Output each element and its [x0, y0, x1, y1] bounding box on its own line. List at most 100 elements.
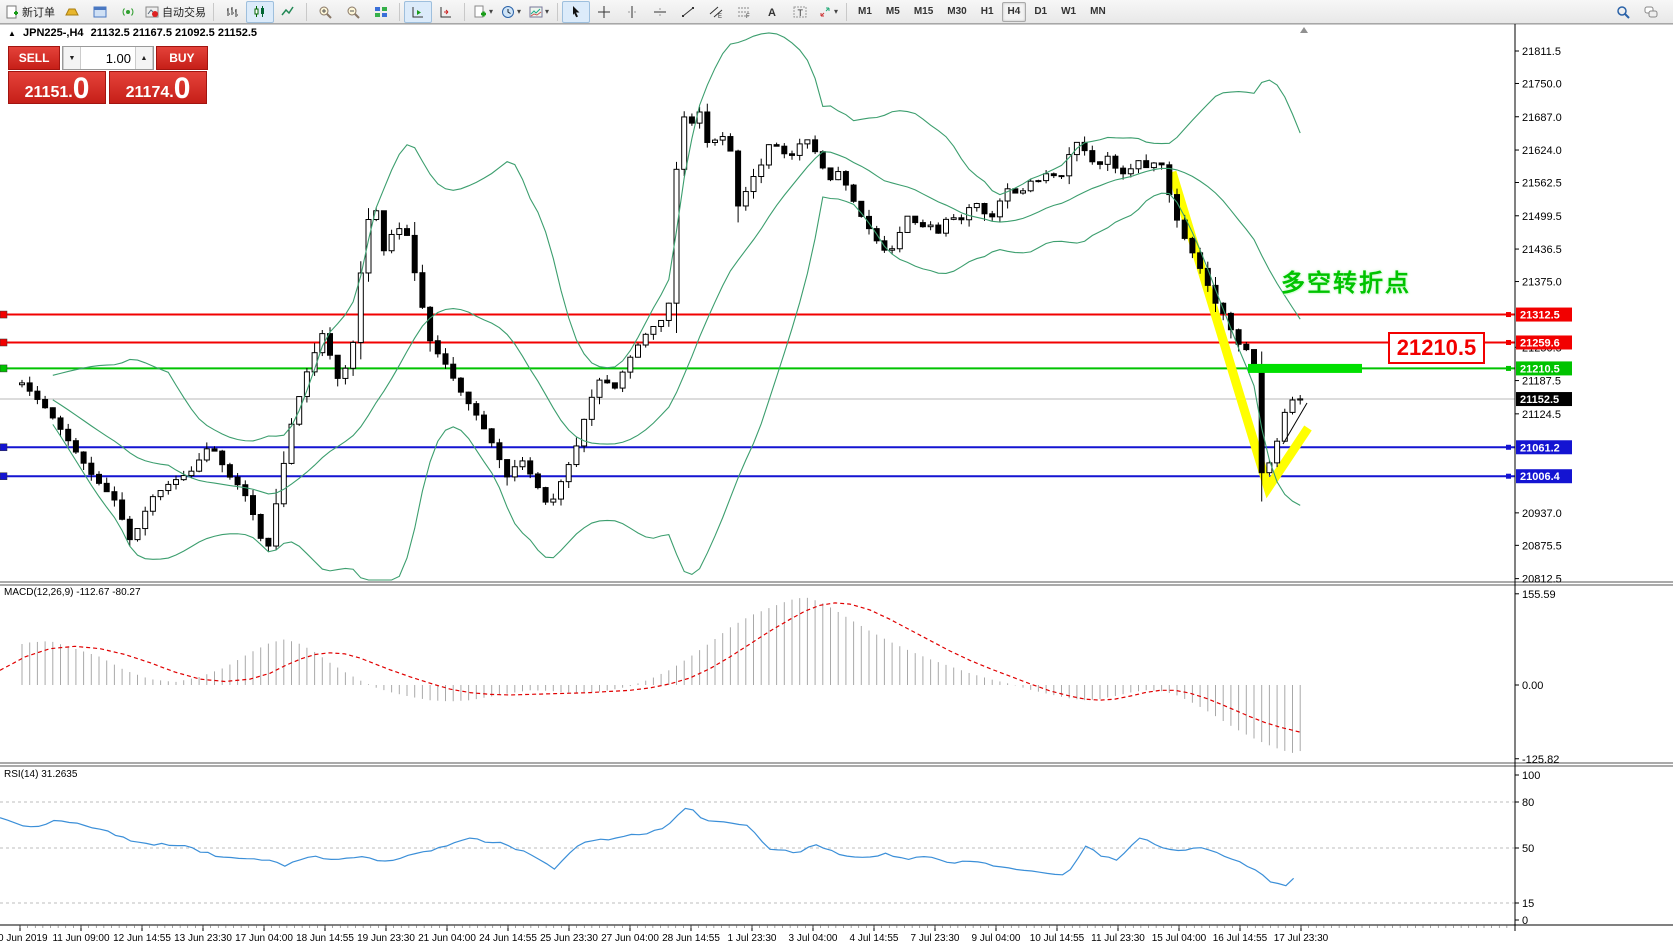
candle — [689, 117, 694, 123]
candle — [458, 378, 463, 392]
price-tick-label[interactable]: 21562.5 — [1522, 178, 1562, 190]
time-label[interactable]: 9 Jul 04:00 — [972, 933, 1021, 944]
candle — [181, 476, 186, 480]
price-tick-label[interactable]: 21499.5 — [1522, 211, 1562, 223]
candle — [20, 383, 25, 385]
time-label[interactable]: 25 Jun 23:30 — [540, 933, 598, 944]
volume-decrease-button[interactable]: ▼ — [63, 47, 81, 69]
candle — [197, 460, 202, 471]
time-label[interactable]: 15 Jul 04:00 — [1152, 933, 1207, 944]
line-endpoint-handle[interactable] — [0, 339, 7, 346]
line-endpoint-handle[interactable] — [1506, 340, 1511, 345]
candle — [643, 334, 648, 345]
buy-price-button[interactable]: 21174 . 0 — [109, 71, 207, 104]
time-label[interactable]: 21 Jun 04:00 — [418, 933, 476, 944]
line-endpoint-handle[interactable] — [0, 473, 7, 480]
time-label[interactable]: 11 Jun 09:00 — [52, 933, 110, 944]
price-tick-label[interactable]: 20937.0 — [1522, 508, 1562, 520]
candle — [120, 500, 125, 519]
volume-input[interactable]: 1.00 — [81, 47, 135, 69]
candle — [743, 192, 748, 206]
green-level-bar[interactable] — [1248, 364, 1362, 373]
time-label[interactable]: 12 Jun 14:55 — [113, 933, 171, 944]
time-label[interactable]: 10 Jul 14:55 — [1030, 933, 1085, 944]
candle — [89, 463, 94, 474]
time-label[interactable]: 3 Jul 04:00 — [789, 933, 838, 944]
candle — [351, 342, 356, 368]
candle — [566, 465, 571, 482]
sell-button[interactable]: SELL — [8, 46, 60, 70]
candle — [1028, 181, 1033, 191]
turning-point-annotation[interactable]: 多空转折点 — [1281, 263, 1411, 298]
time-label[interactable]: 24 Jun 14:55 — [479, 933, 537, 944]
candle — [997, 201, 1002, 217]
candle — [813, 140, 818, 152]
price-tick-label[interactable]: 21375.0 — [1522, 277, 1562, 289]
candle — [443, 354, 448, 364]
line-endpoint-handle[interactable] — [1506, 312, 1511, 317]
price-tick-label[interactable]: 21436.5 — [1522, 244, 1562, 256]
time-label[interactable]: 4 Jul 14:55 — [850, 933, 899, 944]
price-tick-label[interactable]: 21124.5 — [1522, 409, 1561, 421]
price-tick-label[interactable]: 20875.5 — [1522, 540, 1562, 552]
line-endpoint-handle[interactable] — [0, 365, 7, 372]
symbol-name: JPN225-,H4 — [23, 27, 84, 39]
candle — [1090, 151, 1095, 162]
time-label[interactable]: 7 Jul 23:30 — [911, 933, 960, 944]
sell-price-button[interactable]: 21151 . 0 — [8, 71, 106, 104]
time-label[interactable]: 11 Jul 23:30 — [1091, 933, 1145, 944]
price-tick-label[interactable]: 21624.0 — [1522, 145, 1562, 157]
candle — [43, 399, 48, 407]
candle — [50, 408, 55, 418]
time-label[interactable]: 17 Jun 04:00 — [235, 933, 293, 944]
price-tick-label[interactable]: 21187.5 — [1522, 376, 1561, 388]
price-tick-label[interactable]: 21811.5 — [1522, 46, 1561, 58]
candle — [551, 499, 556, 502]
candle — [189, 471, 194, 475]
candle — [1059, 176, 1064, 177]
candle — [1290, 400, 1295, 412]
line-endpoint-handle[interactable] — [0, 444, 7, 451]
candle — [982, 204, 987, 214]
candle — [220, 451, 225, 465]
time-label[interactable]: 17 Jul 23:30 — [1274, 933, 1329, 944]
candle — [535, 474, 540, 488]
candle — [1175, 195, 1180, 221]
time-label[interactable]: 16 Jul 14:55 — [1213, 933, 1268, 944]
rsi-tick-label: 15 — [1522, 898, 1534, 910]
candle — [158, 491, 163, 497]
level-price-textbox[interactable]: 21210.5 — [1388, 332, 1485, 364]
time-label[interactable]: 1 Jul 23:30 — [728, 933, 777, 944]
time-label[interactable]: 10 Jun 2019 — [0, 933, 48, 944]
chart-canvas[interactable]: 21811.5 21750.0 21687.0 21624.0 21562.5 21499… — [0, 0, 1673, 949]
time-label[interactable]: 19 Jun 23:30 — [357, 933, 415, 944]
candle — [243, 485, 248, 496]
candle — [582, 419, 587, 446]
price-tick-label[interactable]: 21687.0 — [1522, 112, 1562, 124]
candle — [828, 168, 833, 180]
collapse-triangle-icon[interactable]: ▲ — [8, 29, 16, 38]
mt4-window: 新订单自动交易▾▾▾EFAT▾M1M5M15M30H1H4D1W1MN 2181… — [0, 0, 1673, 949]
time-label[interactable]: 18 Jun 14:55 — [296, 933, 354, 944]
candle — [258, 515, 263, 539]
time-label[interactable]: 27 Jun 04:00 — [601, 933, 659, 944]
candle — [482, 415, 487, 429]
price-tick-label[interactable]: 20812.5 — [1522, 574, 1562, 586]
line-endpoint-handle[interactable] — [1506, 445, 1511, 450]
candle — [736, 151, 741, 206]
line-endpoint-handle[interactable] — [0, 311, 7, 318]
time-label[interactable]: 13 Jun 23:30 — [174, 933, 232, 944]
buy-button[interactable]: BUY — [156, 46, 208, 70]
candle — [782, 146, 787, 154]
time-label[interactable]: 28 Jun 14:55 — [662, 933, 720, 944]
candle — [959, 218, 964, 220]
line-endpoint-handle[interactable] — [1506, 474, 1511, 479]
candle — [851, 185, 856, 201]
price-badge-label: 21152.5 — [1520, 394, 1559, 406]
volume-increase-button[interactable]: ▲ — [135, 47, 153, 69]
symbol-ohlc-readout: ▲ JPN225-,H4 21132.5 21167.5 21092.5 211… — [8, 27, 261, 39]
candle — [1275, 441, 1280, 463]
candle — [1298, 399, 1303, 400]
price-tick-label[interactable]: 21750.0 — [1522, 78, 1562, 90]
candle — [559, 482, 564, 499]
